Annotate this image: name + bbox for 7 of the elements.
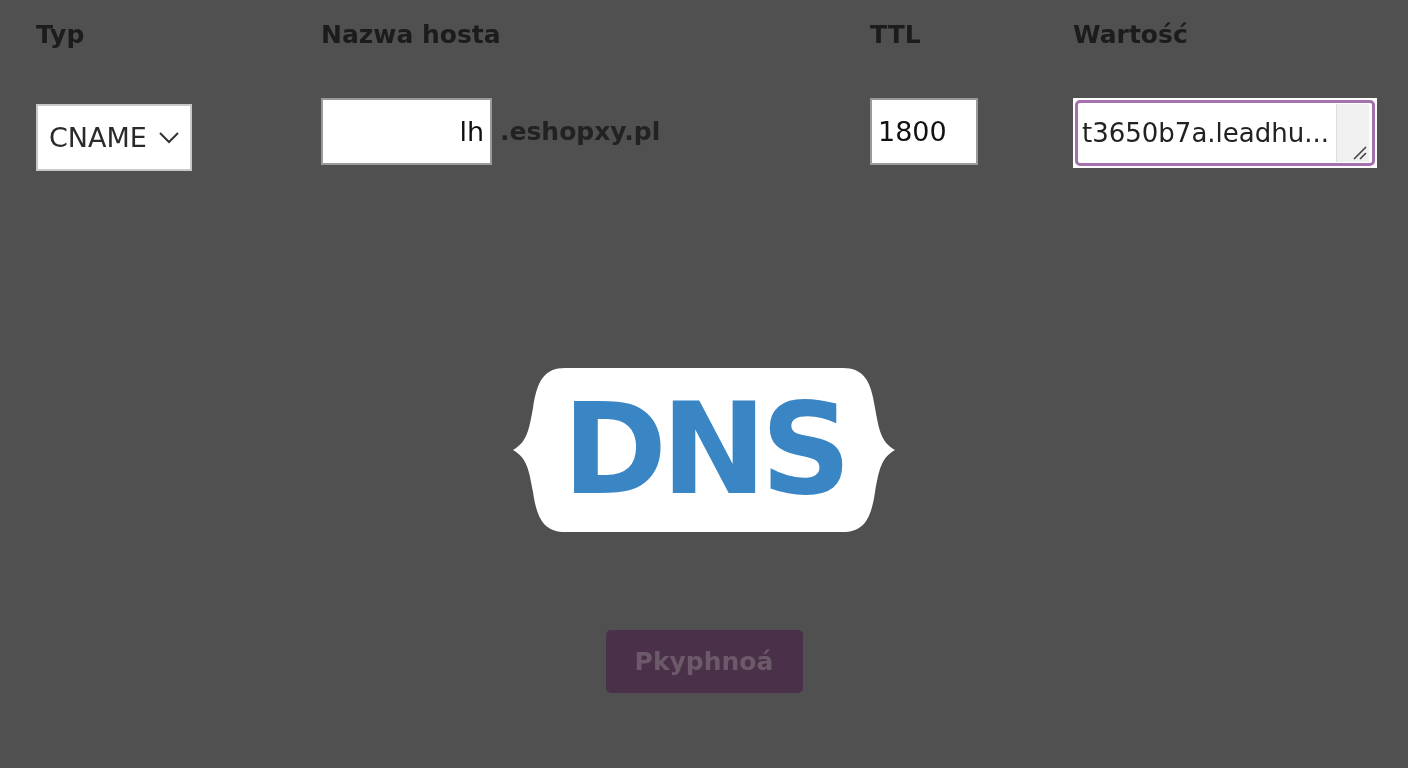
hostname-field[interactable]: lh	[321, 98, 492, 165]
logo-text: DNS	[562, 387, 846, 513]
resize-handle-icon[interactable]	[1351, 144, 1367, 160]
type-select[interactable]: CNAME	[36, 104, 192, 171]
ttl-field[interactable]: 1800	[870, 98, 978, 165]
value-field[interactable]: t3650b7a.leadhu...	[1073, 98, 1377, 168]
chevron-down-icon	[158, 130, 180, 145]
